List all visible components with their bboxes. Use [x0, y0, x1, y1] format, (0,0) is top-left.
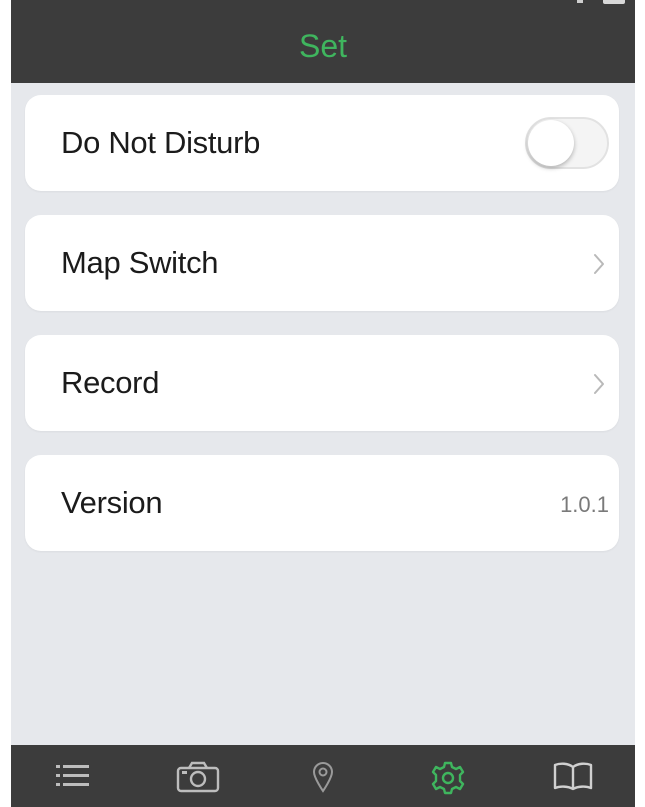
location-pin-icon: [312, 762, 333, 793]
header-bar: Set: [11, 0, 635, 83]
setting-label: Record: [61, 365, 160, 400]
status-indicator: [577, 0, 583, 3]
version-value: 1.0.1: [560, 492, 609, 517]
toggle-knob: [528, 120, 574, 166]
setting-row-do-not-disturb: Do Not Disturb: [25, 95, 619, 191]
page-title: Set: [298, 28, 348, 64]
book-icon: [553, 762, 592, 791]
chevron-right-icon: [593, 215, 607, 311]
setting-label: Version: [61, 485, 163, 520]
tab-bar: [11, 745, 635, 807]
setting-row-version: Version 1.0.1: [25, 455, 619, 551]
tab-list[interactable]: [11, 745, 136, 807]
list-icon: [56, 765, 90, 786]
setting-label: Do Not Disturb: [61, 125, 261, 160]
tab-settings[interactable]: [385, 745, 510, 807]
setting-row-map-switch[interactable]: Map Switch: [25, 215, 619, 311]
tab-camera[interactable]: [136, 745, 261, 807]
camera-icon: [176, 761, 220, 793]
tab-location[interactable]: [261, 745, 386, 807]
setting-row-record[interactable]: Record: [25, 335, 619, 431]
do-not-disturb-toggle[interactable]: [525, 117, 609, 169]
setting-label: Map Switch: [61, 245, 219, 280]
app-screen: Set Do Not Disturb Map Switch Record Ver…: [11, 0, 635, 807]
battery-icon: [603, 0, 625, 4]
chevron-right-icon: [593, 335, 607, 431]
tab-guide[interactable]: [510, 745, 635, 807]
gear-icon: [431, 761, 464, 795]
